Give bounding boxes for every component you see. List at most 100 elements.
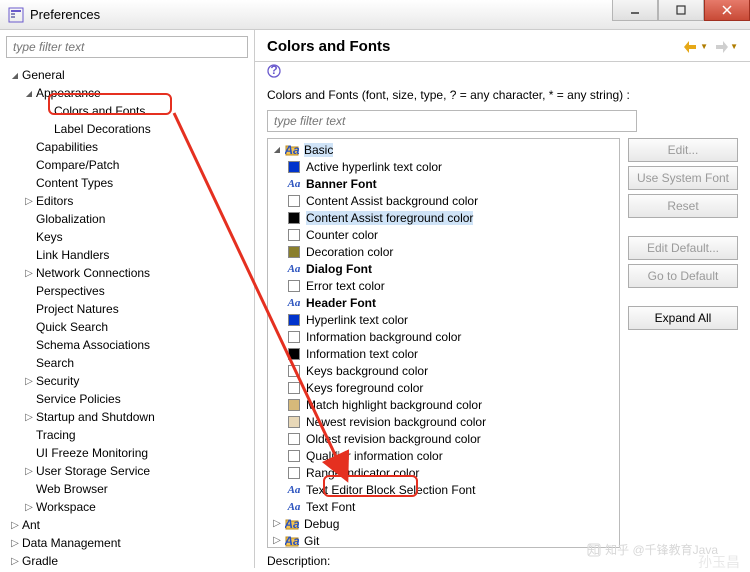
tree-item[interactable]: Content Types	[4, 174, 250, 192]
tree-item[interactable]: Colors and Fonts	[4, 102, 250, 120]
list-item[interactable]: AaDialog Font	[270, 260, 617, 277]
tree-item[interactable]: Compare/Patch	[4, 156, 250, 174]
list-item-label: Header Font	[306, 296, 376, 310]
tree-item-label: Project Natures	[36, 302, 119, 316]
tree-item[interactable]: ▷Startup and Shutdown	[4, 408, 250, 426]
tree-item[interactable]: ▷Gradle	[4, 552, 250, 568]
list-item[interactable]: Content Assist background color	[270, 192, 617, 209]
tree-item[interactable]: ▷User Storage Service	[4, 462, 250, 480]
window-buttons	[612, 0, 750, 29]
expand-arrow-icon[interactable]: ▷	[22, 502, 36, 513]
preferences-tree[interactable]: ◢General◢AppearanceColors and Fonts Label…	[0, 64, 254, 568]
list-item[interactable]: Information text color	[270, 345, 617, 362]
tree-item[interactable]: ▷Editors	[4, 192, 250, 210]
list-item[interactable]: ◢AaBasic	[270, 141, 617, 158]
edit-default-button[interactable]: Edit Default...	[628, 236, 738, 260]
list-item[interactable]: Range indicator color	[270, 464, 617, 481]
close-button[interactable]	[704, 0, 750, 21]
tree-item[interactable]: Quick Search	[4, 318, 250, 336]
description-label: Description:	[267, 554, 738, 568]
tree-item[interactable]: ▷Network Connections	[4, 264, 250, 282]
tree-item[interactable]: Link Handlers	[4, 246, 250, 264]
list-item[interactable]: Aa Header Font	[270, 294, 617, 311]
tree-item[interactable]: Perspectives	[4, 282, 250, 300]
list-item[interactable]: ▷Aa Git	[270, 532, 617, 548]
tree-item[interactable]: Capabilities	[4, 138, 250, 156]
tree-item[interactable]: Keys	[4, 228, 250, 246]
colors-fonts-list[interactable]: ◢AaBasicActive hyperlink text colorAaBan…	[267, 138, 620, 548]
forward-button[interactable]: ▼	[714, 41, 738, 53]
expand-arrow-icon[interactable]: ◢	[22, 89, 36, 98]
list-item[interactable]: AaText Font	[270, 498, 617, 515]
svg-text:Aa: Aa	[285, 517, 299, 531]
list-item[interactable]: Content Assist foreground color	[270, 209, 617, 226]
list-item[interactable]: Qualifier information color	[270, 447, 617, 464]
tree-item[interactable]: ▷Security	[4, 372, 250, 390]
tree-item-label: Gradle	[22, 554, 58, 568]
expand-arrow-icon[interactable]: ▷	[22, 466, 36, 477]
use-system-font-button[interactable]: Use System Font	[628, 166, 738, 190]
list-item[interactable]: Hyperlink text color	[270, 311, 617, 328]
font-icon: Aa	[286, 296, 302, 310]
tree-item[interactable]: Search	[4, 354, 250, 372]
expand-all-button[interactable]: Expand All	[628, 306, 738, 330]
list-item[interactable]: AaBanner Font	[270, 175, 617, 192]
expand-arrow-icon[interactable]: ▷	[270, 535, 284, 546]
tree-item[interactable]: Service Policies	[4, 390, 250, 408]
list-item[interactable]: Oldest revision background color	[270, 430, 617, 447]
list-item-label: Information text color	[306, 347, 418, 361]
reset-button[interactable]: Reset	[628, 194, 738, 218]
back-button[interactable]: ▼	[684, 41, 708, 53]
list-item[interactable]: Keys background color	[270, 362, 617, 379]
tree-item-label: Link Handlers	[36, 248, 109, 262]
left-filter-input[interactable]	[6, 36, 248, 58]
minimize-button[interactable]	[612, 0, 658, 21]
tree-item[interactable]: ◢General	[4, 66, 250, 84]
list-item-label: Match highlight background color	[306, 398, 482, 412]
edit-button[interactable]: Edit...	[628, 138, 738, 162]
expand-arrow-icon[interactable]: ▷	[22, 376, 36, 387]
tree-item-label: Label Decorations	[54, 122, 151, 136]
tree-item[interactable]: UI Freeze Monitoring	[4, 444, 250, 462]
list-item[interactable]: Decoration color	[270, 243, 617, 260]
tree-item[interactable]: Tracing	[4, 426, 250, 444]
list-item[interactable]: ▷AaDebug	[270, 515, 617, 532]
expand-arrow-icon[interactable]: ◢	[8, 71, 22, 80]
tree-item[interactable]: ▷Workspace	[4, 498, 250, 516]
tree-item-label: Workspace	[36, 500, 96, 514]
tree-item[interactable]: Label Decorations	[4, 120, 250, 138]
expand-arrow-icon[interactable]: ▷	[8, 520, 22, 531]
list-item[interactable]: Information background color	[270, 328, 617, 345]
expand-arrow-icon[interactable]: ▷	[8, 556, 22, 567]
tree-item[interactable]: ▷Ant	[4, 516, 250, 534]
maximize-button[interactable]	[658, 0, 704, 21]
expand-arrow-icon[interactable]: ▷	[22, 196, 36, 207]
tree-item[interactable]: ▷Data Management	[4, 534, 250, 552]
tree-item[interactable]: Schema Associations	[4, 336, 250, 354]
tree-item-label: Capabilities	[36, 140, 98, 154]
list-item[interactable]: AaText Editor Block Selection Font	[270, 481, 617, 498]
expand-arrow-icon[interactable]: ◢	[270, 145, 284, 154]
tree-item-label: Globalization	[36, 212, 105, 226]
tree-item-label: Startup and Shutdown	[36, 410, 155, 424]
expand-arrow-icon[interactable]: ▷	[8, 538, 22, 549]
expand-arrow-icon[interactable]: ▷	[22, 412, 36, 423]
list-item[interactable]: Error text color	[270, 277, 617, 294]
svg-text:Aa: Aa	[285, 534, 299, 548]
list-item[interactable]: Keys foreground color	[270, 379, 617, 396]
help-icon[interactable]: ?	[267, 64, 744, 78]
expand-arrow-icon[interactable]: ▷	[270, 518, 284, 529]
go-to-default-button[interactable]: Go to Default	[628, 264, 738, 288]
tree-item[interactable]: Project Natures	[4, 300, 250, 318]
expand-arrow-icon[interactable]: ▷	[22, 268, 36, 279]
tree-item[interactable]: Globalization	[4, 210, 250, 228]
list-item[interactable]: Match highlight background color	[270, 396, 617, 413]
list-item-label: Git	[304, 534, 319, 548]
right-filter-input[interactable]	[267, 110, 637, 132]
list-item[interactable]: Active hyperlink text color	[270, 158, 617, 175]
list-item[interactable]: Counter color	[270, 226, 617, 243]
list-item[interactable]: Newest revision background color	[270, 413, 617, 430]
tree-item[interactable]: ◢Appearance	[4, 84, 250, 102]
tree-item[interactable]: Web Browser	[4, 480, 250, 498]
list-item-label: Dialog Font	[306, 262, 372, 276]
